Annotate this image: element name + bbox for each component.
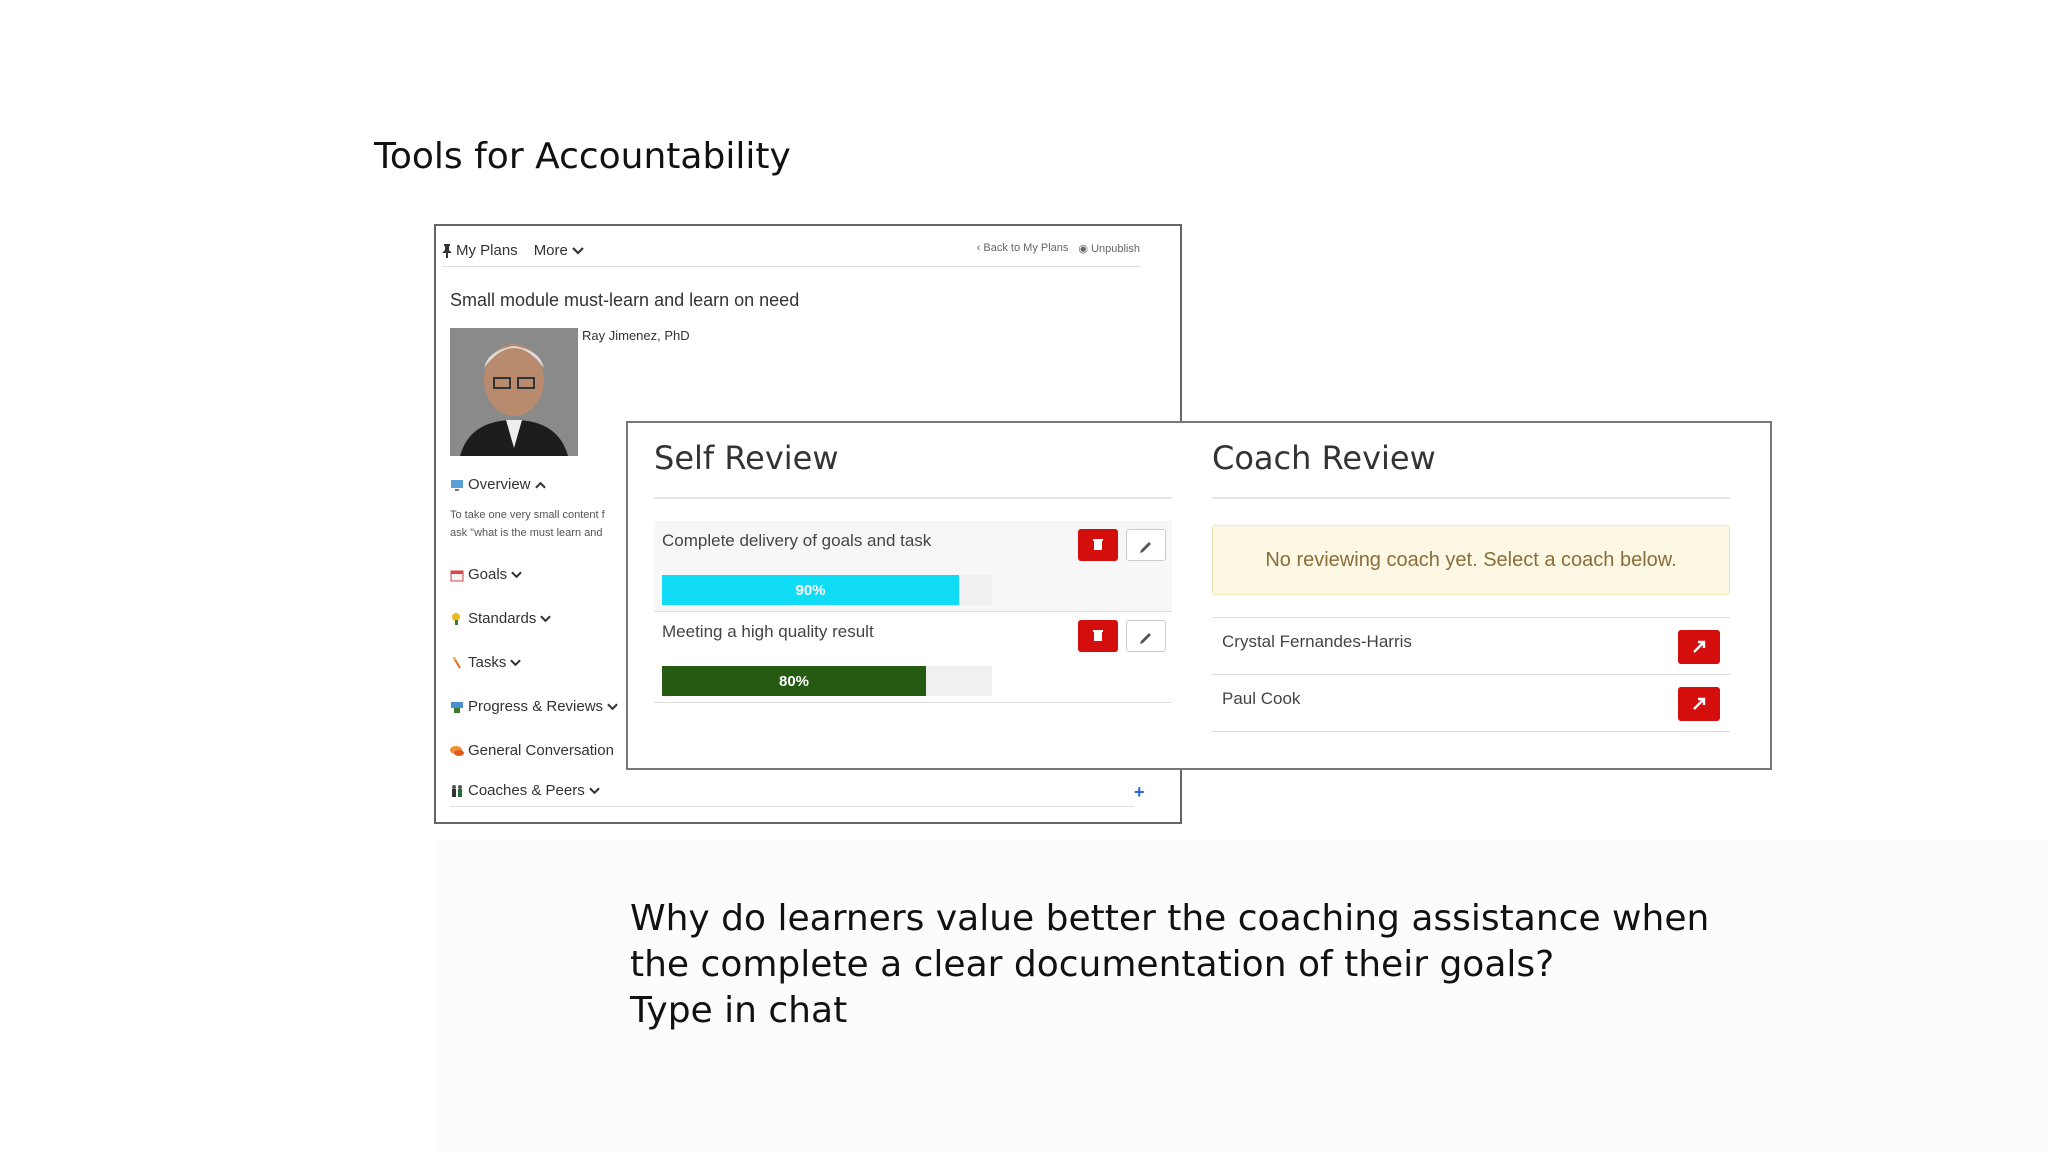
chevron-down-icon (540, 615, 552, 622)
menu-label: Standards (468, 610, 537, 627)
chevron-up-icon (534, 481, 546, 488)
coach-review-divider (1212, 497, 1730, 499)
pencil-icon (1140, 542, 1151, 553)
question-line-2: the complete a clear documentation of th… (630, 944, 1555, 985)
coach-name: Crystal Fernandes-Harris (1222, 632, 1412, 651)
edit-button[interactable] (1126, 529, 1166, 561)
select-arrow-icon (1693, 640, 1706, 653)
coach-name: Paul Cook (1222, 689, 1301, 708)
menu-standards[interactable]: Standards (450, 610, 552, 627)
menu-label: General Conversation (468, 742, 614, 759)
menu-coaches-peers[interactable]: Coaches & Peers (450, 782, 600, 799)
monitor-icon (451, 479, 463, 491)
chevron-down-icon (510, 659, 522, 666)
overview-text-line-2: ask "what is the must learn and (450, 527, 603, 539)
trash-icon (1093, 539, 1103, 550)
progress-fill: 80% (662, 666, 926, 696)
menu-tasks[interactable]: Tasks (450, 654, 522, 671)
overview-text-line-1: To take one very small content f (450, 509, 605, 521)
eye-icon: ◉ (1078, 243, 1089, 255)
goal-label: Meeting a high quality result (662, 622, 874, 641)
checklist-icon (453, 656, 461, 669)
chevron-down-icon (607, 703, 618, 710)
pencil-icon (1140, 633, 1151, 644)
menu-label: Goals (468, 566, 508, 583)
slide-title: Tools for Accountability (374, 136, 791, 177)
author-photo (450, 328, 578, 456)
plan-toolbar: My Plans More ‹ Back to My Plans ◉ Unpub… (442, 240, 1140, 267)
no-coach-notice: No reviewing coach yet. Select a coach b… (1212, 525, 1730, 595)
unpublish-link[interactable]: ◉ Unpublish (1078, 242, 1140, 255)
add-coach-button[interactable]: + (1134, 782, 1145, 803)
goal-item: Complete delivery of goals and task 90% (654, 521, 1172, 612)
chevron-down-icon (511, 571, 522, 578)
author-name: Ray Jimenez, PhD (582, 328, 690, 343)
progress-label: 80% (778, 672, 810, 690)
goal-item: Meeting a high quality result 80% (654, 612, 1172, 703)
more-label: More (533, 242, 568, 259)
delete-button[interactable] (1078, 620, 1118, 652)
trophy-icon (452, 612, 460, 625)
menu-label: Progress & Reviews (468, 698, 604, 715)
menu-general-conversation[interactable]: General Conversation (450, 742, 614, 759)
progress-label: 90% (795, 581, 826, 599)
question-text: Why do learners value better the coachin… (630, 896, 1709, 1034)
menu-label: Tasks (468, 654, 507, 671)
self-review-divider (654, 497, 1172, 499)
delete-button[interactable] (1078, 529, 1118, 561)
progress-track: 80% (662, 666, 992, 696)
review-icon (451, 701, 463, 713)
chevron-left-icon: ‹ (976, 242, 981, 254)
calendar-icon (450, 570, 464, 581)
chat-icon (450, 745, 464, 756)
more-menu[interactable]: More (534, 242, 584, 259)
goal-label: Complete delivery of goals and task (662, 531, 932, 550)
trash-icon (1093, 630, 1103, 641)
my-plans-link[interactable]: My Plans (442, 242, 518, 259)
menu-overview[interactable]: Overview (450, 476, 546, 493)
people-icon (452, 784, 462, 797)
select-coach-button[interactable] (1678, 630, 1720, 664)
divider (450, 806, 1134, 807)
coach-review-title: Coach Review (1212, 439, 1436, 477)
pin-icon (442, 243, 452, 258)
coach-row: Paul Cook (1212, 674, 1730, 732)
chevron-down-icon (572, 246, 584, 255)
unpublish-label: Unpublish (1091, 243, 1140, 255)
question-line-3: Type in chat (630, 990, 848, 1031)
menu-progress-reviews[interactable]: Progress & Reviews (450, 698, 618, 715)
menu-label: Coaches & Peers (468, 782, 585, 799)
review-screenshot: Self Review Complete delivery of goals a… (626, 421, 1772, 770)
select-arrow-icon (1693, 697, 1706, 710)
back-to-plans-link[interactable]: ‹ Back to My Plans (977, 242, 1069, 255)
chevron-down-icon (588, 787, 600, 794)
question-line-1: Why do learners value better the coachin… (630, 898, 1710, 939)
plan-title: Small module must-learn and learn on nee… (450, 290, 800, 310)
coach-row: Crystal Fernandes-Harris (1212, 617, 1730, 674)
progress-fill: 90% (662, 575, 959, 605)
menu-goals[interactable]: Goals (450, 566, 522, 583)
edit-button[interactable] (1126, 620, 1166, 652)
overview-label: Overview (468, 476, 531, 493)
back-label: Back to My Plans (983, 242, 1069, 254)
my-plans-label: My Plans (456, 242, 518, 259)
progress-track: 90% (662, 575, 992, 605)
self-review-title: Self Review (654, 439, 839, 477)
select-coach-button[interactable] (1678, 687, 1720, 721)
